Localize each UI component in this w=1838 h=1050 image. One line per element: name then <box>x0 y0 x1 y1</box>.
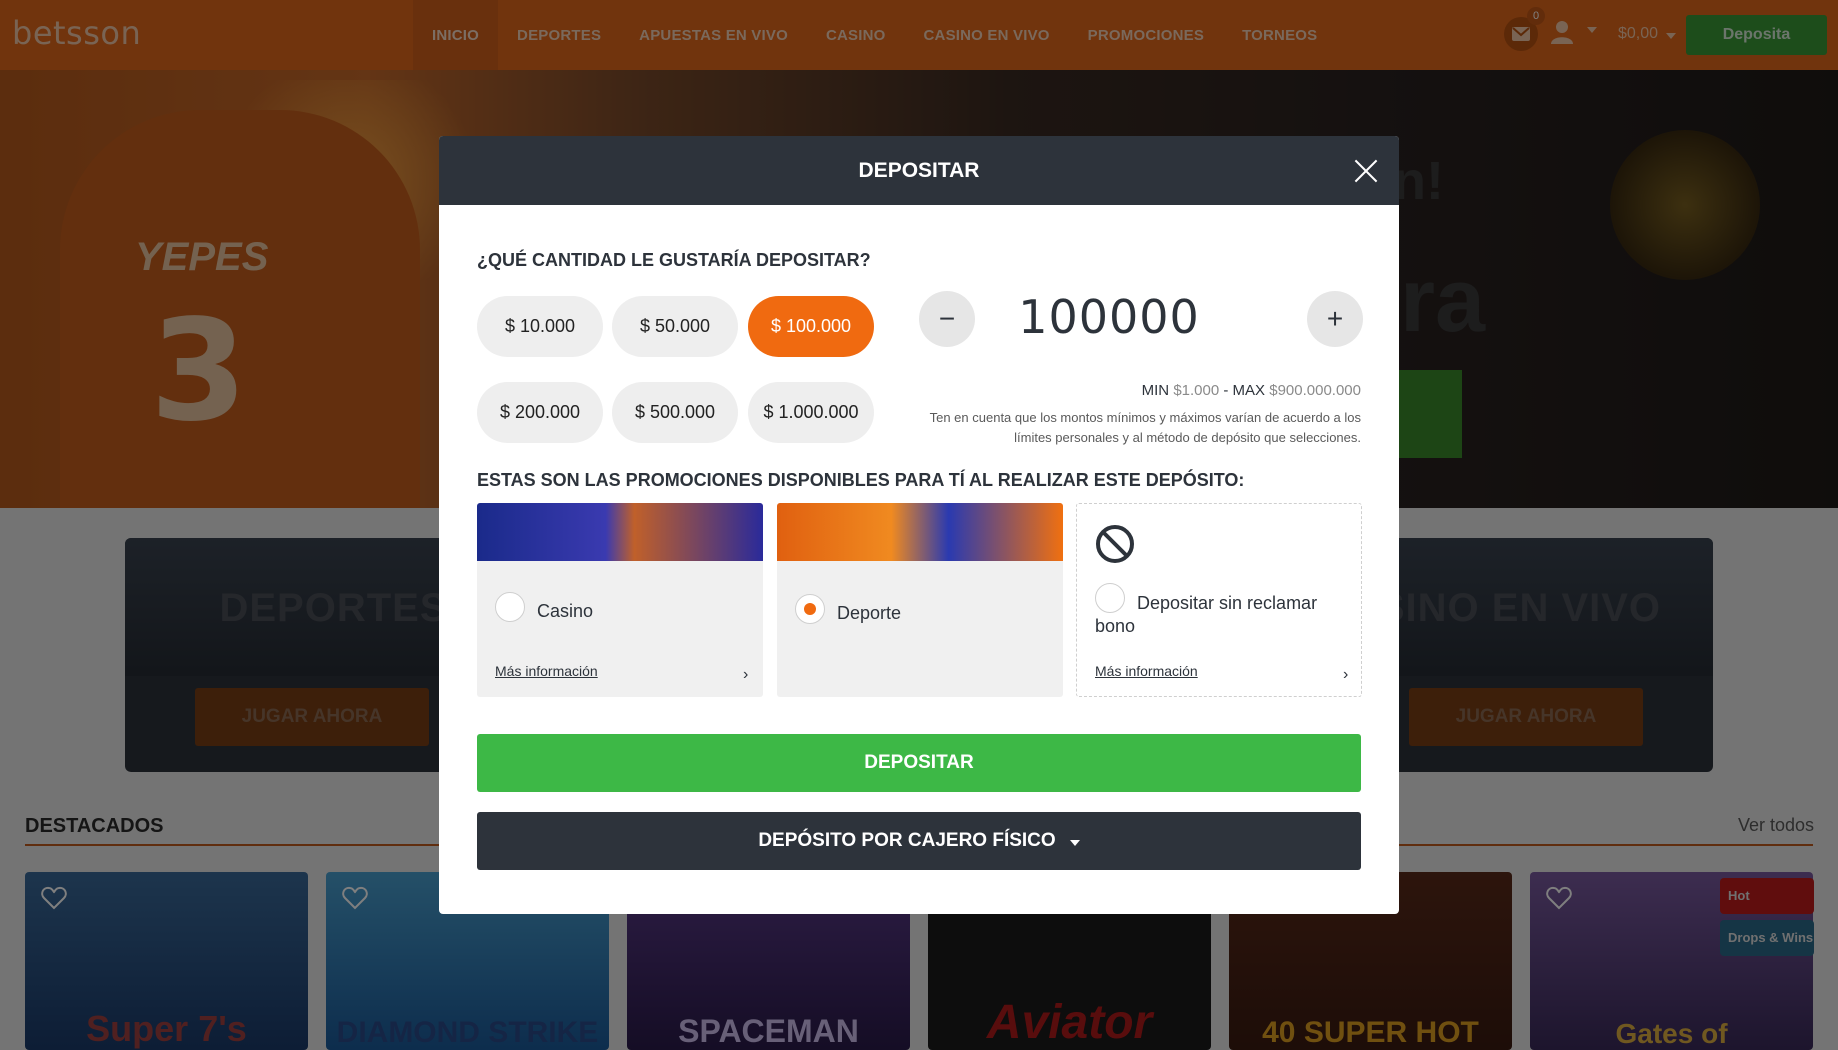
modal-header: DEPOSITAR <box>439 136 1399 205</box>
modal-title: DEPOSITAR <box>858 158 980 182</box>
limits-note: Ten en cuenta que los montos mínimos y m… <box>929 410 1361 445</box>
amount-option-1000000[interactable]: $ 1.000.000 <box>748 382 874 443</box>
decrease-amount-button[interactable]: − <box>919 291 975 347</box>
amount-option-50000[interactable]: $ 50.000 <box>612 296 738 357</box>
deposit-submit-button[interactable]: DEPOSITAR <box>477 734 1361 792</box>
amount-option-500000[interactable]: $ 500.000 <box>612 382 738 443</box>
chevron-right-icon[interactable]: › <box>1343 666 1348 684</box>
more-info-link[interactable]: Más información <box>495 663 598 679</box>
more-info-link[interactable]: Más información <box>1095 663 1198 679</box>
chevron-down-icon <box>1069 840 1080 846</box>
close-icon[interactable] <box>1353 158 1379 184</box>
promo-label: Casino <box>537 601 594 621</box>
cashier-deposit-label: DEPÓSITO POR CAJERO FÍSICO <box>758 830 1056 851</box>
promo-card-casino[interactable]: Casino Más información › <box>477 503 763 697</box>
promo-label: Depositar sin reclamar bono <box>1095 593 1318 636</box>
no-bonus-icon <box>1096 525 1134 563</box>
min-max-limits: MIN $1.000 - MAX $900.000.000 <box>1142 382 1361 399</box>
cashier-deposit-dropdown[interactable]: DEPÓSITO POR CAJERO FÍSICO <box>477 812 1361 870</box>
increase-amount-button[interactable]: + <box>1307 291 1363 347</box>
amount-option-200000[interactable]: $ 200.000 <box>477 382 603 443</box>
amount-question: ¿QUÉ CANTIDAD LE GUSTARÍA DEPOSITAR? <box>477 250 871 270</box>
limit-separator: - <box>1223 382 1229 399</box>
max-value: $900.000.000 <box>1269 382 1361 399</box>
min-label: MIN <box>1141 382 1170 399</box>
promo-card-deporte[interactable]: Deporte <box>777 503 1063 697</box>
chevron-right-icon[interactable]: › <box>743 666 748 684</box>
casino-promo-image <box>477 503 763 561</box>
sports-promo-image <box>777 503 1063 561</box>
deposit-modal: DEPOSITAR ¿QUÉ CANTIDAD LE GUSTARÍA DEPO… <box>439 136 1399 914</box>
amount-option-100000[interactable]: $ 100.000 <box>748 296 874 357</box>
amount-input[interactable]: 100000 <box>989 290 1229 344</box>
promo-card-sin-bono[interactable]: Depositar sin reclamar bono Más informac… <box>1076 503 1362 697</box>
promotions-title: ESTAS SON LAS PROMOCIONES DISPONIBLES PA… <box>477 470 1245 490</box>
promo-label: Deporte <box>837 603 902 623</box>
min-value: $1.000 <box>1173 382 1220 399</box>
promo-radio[interactable] <box>795 594 825 624</box>
max-label: MAX <box>1232 382 1266 399</box>
promo-radio[interactable] <box>495 592 525 622</box>
amount-option-10000[interactable]: $ 10.000 <box>477 296 603 357</box>
